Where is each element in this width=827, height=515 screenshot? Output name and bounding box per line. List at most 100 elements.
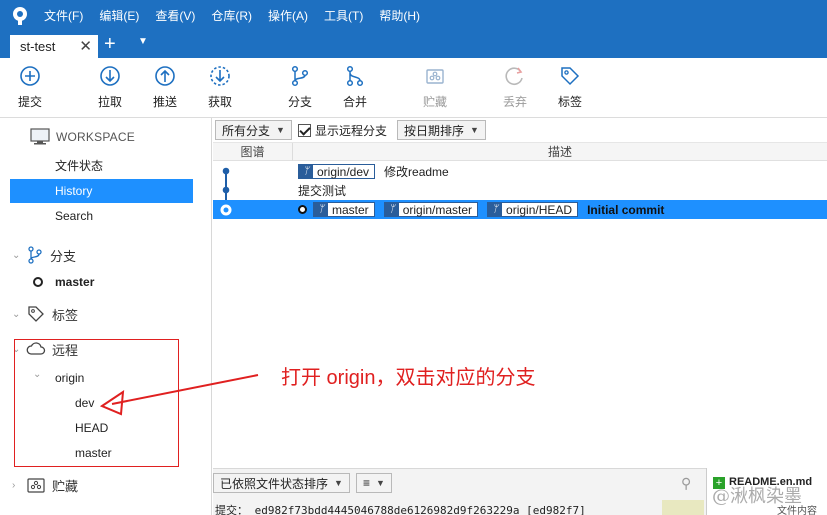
commit-icon [20, 66, 40, 86]
commit-row-selected[interactable]: ᛘ master ᛘ origin/master ᛘ origin/HEAD Init… [213, 200, 827, 219]
show-remote-label: 显示远程分支 [314, 123, 387, 138]
stash-icon [426, 69, 444, 84]
branch-tag-label: master [332, 202, 369, 217]
branch-filter-dropdown[interactable]: 所有分支 ▼ [215, 120, 292, 140]
order-dropdown[interactable]: 按日期排序 ▼ [396, 120, 486, 140]
chevron-down-icon: ▼ [375, 478, 385, 488]
title-bar: 文件(F) 编辑(E) 查看(V) 仓库(R) 操作(A) 工具(T) 帮助(H… [0, 0, 827, 32]
view-mode-dropdown[interactable]: ≡ ▼ [355, 473, 392, 493]
branch-tag[interactable]: ᛘ master [313, 202, 375, 217]
commit-label: 提交 [17, 95, 42, 109]
commit-row[interactable]: ᛘ origin/dev 修改readme [213, 162, 827, 181]
branch-icon [291, 65, 309, 87]
sidebar-item-search[interactable]: Search [10, 204, 193, 228]
sourcetree-window: 文件(F) 编辑(E) 查看(V) 仓库(R) 操作(A) 工具(T) 帮助(H… [0, 0, 827, 515]
branch-icon [28, 246, 42, 264]
sidebar-section-tags[interactable]: ⌄ 标签 [12, 302, 78, 326]
branch-tag[interactable]: ᛘ origin/master [383, 202, 479, 217]
head-indicator-icon [298, 205, 307, 214]
fetch-button[interactable]: 获取 [195, 64, 245, 114]
tab-menu-chevron-icon[interactable]: ▼ [138, 36, 148, 47]
menu-tools[interactable]: 工具(T) [316, 0, 371, 32]
branch-tag[interactable]: ᛘ origin/dev [298, 164, 376, 179]
branch-tag-icon: ᛘ [488, 203, 503, 216]
branch-button[interactable]: 分支 [275, 64, 325, 114]
monitor-icon [30, 128, 50, 145]
sidebar-section-branches[interactable]: ⌄ 分支 [12, 243, 76, 267]
pull-icon [100, 66, 120, 86]
current-branch-dot-icon [33, 277, 43, 287]
add-tab-icon[interactable]: + [104, 34, 116, 54]
history-panel: 所有分支 ▼ 显示远程分支 按日期排序 ▼ 图谱 描述 ᛘ origin/dev… [213, 118, 827, 468]
discard-icon [505, 67, 523, 85]
commit-message: 修改readme [384, 165, 449, 179]
branch-tag[interactable]: ᛘ origin/HEAD [487, 202, 579, 217]
stash-button[interactable]: 贮藏 [410, 64, 460, 114]
menu-edit[interactable]: 编辑(E) [91, 0, 147, 32]
toolbar: 提交 拉取 推送 获取 分支 合并 贮藏 丢弃 标签 [0, 58, 827, 118]
branch-tag-label: origin/dev [317, 164, 370, 179]
sidebar-branch-master[interactable]: master [55, 275, 94, 289]
show-remote-checkbox[interactable]: 显示远程分支 [297, 122, 387, 139]
commit-button[interactable]: 提交 [5, 64, 55, 114]
workspace-header: WORKSPACE [30, 128, 135, 145]
description-column-header[interactable]: 描述 [293, 143, 827, 161]
push-icon [155, 66, 175, 86]
annotation-text: 打开 origin，双击对应的分支 [281, 367, 536, 389]
branch-tag-icon: ᛘ [299, 165, 313, 178]
tab-st-test[interactable]: st-test ✕ [10, 35, 98, 58]
push-button[interactable]: 推送 [140, 64, 190, 114]
commit-description: ᛘ master ᛘ origin/master ᛘ origin/HEAD Init… [298, 200, 664, 219]
stashes-label: 贮藏 [52, 478, 79, 494]
checkbox-checked-icon [297, 123, 311, 137]
pull-button[interactable]: 拉取 [85, 64, 135, 114]
order-value: 按日期排序 [403, 123, 464, 138]
chevron-right-icon: › [12, 479, 16, 491]
commit-row[interactable]: 提交测试 [213, 181, 827, 200]
branches-label: 分支 [50, 248, 77, 264]
push-label: 推送 [152, 95, 177, 109]
menu-repository[interactable]: 仓库(R) [203, 0, 260, 32]
branch-label: 分支 [287, 95, 312, 109]
tag-icon [28, 306, 44, 322]
close-icon[interactable]: ✕ [79, 37, 92, 55]
chevron-down-icon: ⌄ [12, 249, 21, 261]
graph-column-header[interactable]: 图谱 [213, 143, 293, 161]
commit-node-icon [220, 204, 232, 216]
tab-title: st-test [20, 39, 56, 54]
merge-icon [346, 65, 364, 87]
commit-hash-line: 提交： ed982f73bdd4445046788de6126982d9f263… [215, 504, 586, 515]
menu-help[interactable]: 帮助(H) [371, 0, 428, 32]
tab-bar: st-test ✕ + ▼ [0, 32, 827, 58]
sidebar: WORKSPACE 文件状态 History Search ⌄ 分支 maste… [0, 118, 212, 515]
sidebar-section-stashes[interactable]: › 贮藏 [12, 473, 78, 497]
menu-file[interactable]: 文件(F) [36, 0, 91, 32]
list-icon: ≡ [362, 476, 370, 490]
pull-label: 拉取 [97, 95, 122, 109]
highlight-box [14, 339, 179, 467]
commit-description: ᛘ origin/dev 修改readme [298, 162, 449, 181]
chevron-down-icon: ▼ [469, 125, 479, 135]
tag-icon [561, 67, 580, 86]
branch-tag-label: origin/HEAD [506, 202, 573, 217]
discard-button[interactable]: 丢弃 [490, 64, 540, 114]
chevron-down-icon: ⌄ [12, 308, 21, 320]
branch-tag-icon: ᛘ [384, 203, 399, 216]
tag-button[interactable]: 标签 [545, 64, 595, 114]
sidebar-item-file-status[interactable]: 文件状态 [10, 154, 193, 178]
file-sort-dropdown[interactable]: 已依照文件状态排序 ▼ [213, 473, 350, 493]
search-icon[interactable]: ⚲ [681, 475, 691, 492]
tag-label: 标签 [557, 95, 582, 109]
menu-bar: 文件(F) 编辑(E) 查看(V) 仓库(R) 操作(A) 工具(T) 帮助(H… [36, 0, 428, 32]
fetch-label: 获取 [207, 95, 232, 109]
file-sort-value: 已依照文件状态排序 [220, 476, 329, 491]
menu-view[interactable]: 查看(V) [147, 0, 203, 32]
filter-bar: 所有分支 ▼ 显示远程分支 按日期排序 ▼ [213, 118, 827, 142]
avatar [662, 500, 704, 515]
discard-label: 丢弃 [502, 95, 527, 109]
menu-actions[interactable]: 操作(A) [260, 0, 316, 32]
commit-description: 提交测试 [298, 181, 346, 200]
merge-button[interactable]: 合并 [330, 64, 380, 114]
sidebar-item-history[interactable]: History [10, 179, 193, 203]
commit-message: 提交测试 [298, 184, 347, 198]
